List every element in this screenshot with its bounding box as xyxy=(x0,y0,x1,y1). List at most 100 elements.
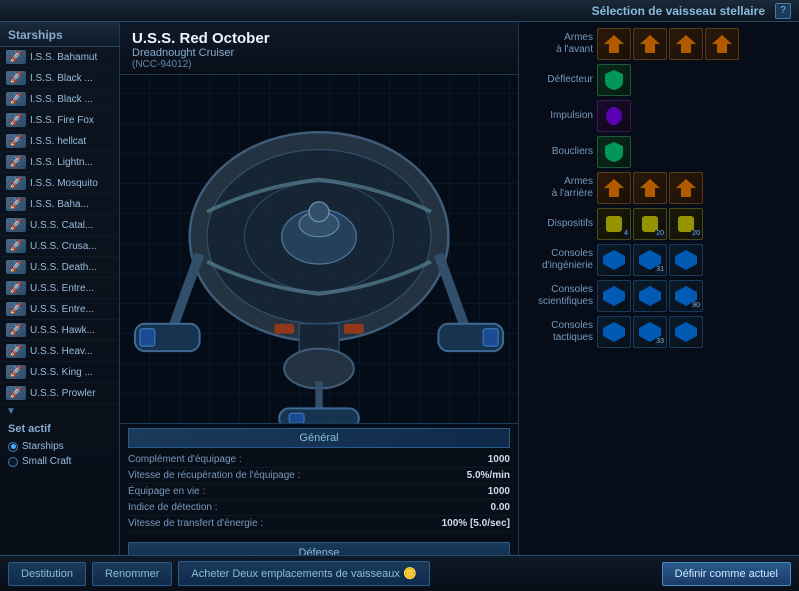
equip-slot-eng-consoles-2[interactable] xyxy=(669,244,703,276)
equip-slot-sci-consoles-2[interactable]: 90 xyxy=(669,280,703,312)
sidebar-item-iss-bahamut[interactable]: 🚀I.S.S. Bahamut xyxy=(0,47,119,68)
equip-section-label: Déflecteur xyxy=(525,74,593,86)
sidebar-item-uss-catal[interactable]: 🚀U.S.S. Catal... xyxy=(0,215,119,236)
equip-slot-fore-weapons-3[interactable] xyxy=(705,28,739,60)
sidebar-item-uss-entre1[interactable]: 🚀U.S.S. Entre... xyxy=(0,278,119,299)
stat-label: Vitesse de transfert d'énergie : xyxy=(128,518,263,529)
center-panel: U.S.S. Red October Dreadnought Cruiser (… xyxy=(120,22,519,555)
equip-slots-shields xyxy=(597,136,793,168)
sidebar-items-list: 🚀I.S.S. Bahamut🚀I.S.S. Black ...🚀I.S.S. … xyxy=(0,47,119,404)
set-active-button[interactable]: Définir comme actuel xyxy=(662,562,791,586)
equip-slot-fore-weapons-0[interactable] xyxy=(597,28,631,60)
window-title: Sélection de vaisseau stellaire xyxy=(8,4,775,18)
equip-slot-aft-weapons-0[interactable] xyxy=(597,172,631,204)
ship-model xyxy=(120,75,518,423)
sidebar-item-label: U.S.S. Heav... xyxy=(30,346,93,357)
equip-slots-tac-consoles: 33 xyxy=(597,316,793,348)
slot-icon xyxy=(600,139,628,165)
ship-list-icon: 🚀 xyxy=(6,281,26,295)
sidebar-item-iss-firefox[interactable]: 🚀I.S.S. Fire Fox xyxy=(0,110,119,131)
sidebar-item-label: U.S.S. Hawk... xyxy=(30,325,95,336)
equip-slot-tac-consoles-1[interactable]: 33 xyxy=(633,316,667,348)
sidebar-item-iss-black2[interactable]: 🚀I.S.S. Black ... xyxy=(0,89,119,110)
stat-row: Complément d'équipage :1000 xyxy=(128,452,510,468)
sidebar-item-iss-lightn[interactable]: 🚀I.S.S. Lightn... xyxy=(0,152,119,173)
sidebar-item-uss-entre2[interactable]: 🚀U.S.S. Entre... xyxy=(0,299,119,320)
tab-defense-button[interactable]: Défense xyxy=(128,542,510,555)
slot-icon xyxy=(672,175,700,201)
equip-section-label: Dispositifs xyxy=(525,218,593,230)
equip-row-tac-consoles: Consoles tactiques33 xyxy=(525,316,793,348)
buy-slots-button[interactable]: Acheter Deux emplacements de vaisseaux 🪙 xyxy=(178,561,429,586)
equip-slot-sci-consoles-1[interactable] xyxy=(633,280,667,312)
sidebar-item-iss-black1[interactable]: 🚀 I.S.S. Black ... xyxy=(0,68,119,89)
equip-slot-tac-consoles-0[interactable] xyxy=(597,316,631,348)
slot-icon xyxy=(636,283,664,309)
equip-slot-aft-weapons-2[interactable] xyxy=(669,172,703,204)
ship-list-icon: 🚀 xyxy=(6,197,26,211)
sidebar-item-uss-crusa[interactable]: 🚀U.S.S. Crusa... xyxy=(0,236,119,257)
equip-slot-aft-weapons-1[interactable] xyxy=(633,172,667,204)
ship-list-icon: 🚀 xyxy=(6,71,26,85)
ship-registry: (NCC-94012) xyxy=(132,59,506,70)
stat-label: Vitesse de récupération de l'équipage : xyxy=(128,470,300,481)
set-item-small-craft[interactable]: Small Craft xyxy=(0,454,119,469)
equip-slot-shields-0[interactable] xyxy=(597,136,631,168)
destitution-button[interactable]: Destitution xyxy=(8,562,86,586)
ship-list-icon: 🚀 xyxy=(6,386,26,400)
radio-button[interactable] xyxy=(8,457,18,467)
sidebar-item-uss-death[interactable]: 🚀U.S.S. Death... xyxy=(0,257,119,278)
sidebar-header: Starships xyxy=(0,22,119,47)
right-panel: Armes à l'avant Déflecteur Impulsion Boucli… xyxy=(519,22,799,555)
equip-slot-tac-consoles-2[interactable] xyxy=(669,316,703,348)
equip-slot-deflector-0[interactable] xyxy=(597,64,631,96)
equip-section-label: Impulsion xyxy=(525,110,593,122)
help-button[interactable]: ? xyxy=(775,3,791,19)
set-item-starships[interactable]: Starships xyxy=(0,439,119,454)
equip-section-label: Armes à l'arrière xyxy=(525,176,593,200)
sidebar-item-uss-hawk[interactable]: 🚀U.S.S. Hawk... xyxy=(0,320,119,341)
sidebar-item-uss-heav[interactable]: 🚀 U.S.S. Heav... xyxy=(0,341,119,362)
equip-slot-eng-consoles-0[interactable] xyxy=(597,244,631,276)
equip-slot-fore-weapons-1[interactable] xyxy=(633,28,667,60)
sidebar-item-iss-baha2[interactable]: 🚀I.S.S. Baha... xyxy=(0,194,119,215)
stat-label: Indice de détection : xyxy=(128,502,218,513)
slot-icon xyxy=(672,247,700,273)
equip-row-impulse: Impulsion xyxy=(525,100,793,132)
radio-button[interactable] xyxy=(8,442,18,452)
sidebar-item-label: I.S.S. Black ... xyxy=(30,73,93,84)
equip-slot-devices-0[interactable]: 4 xyxy=(597,208,631,240)
slot-icon xyxy=(708,31,736,57)
equip-slot-devices-1[interactable]: 20 xyxy=(633,208,667,240)
equip-slot-eng-consoles-1[interactable]: 31 xyxy=(633,244,667,276)
coin-icon: 🪙 xyxy=(403,568,417,580)
slot-badge: 4 xyxy=(623,230,629,238)
stat-rows: Complément d'équipage :1000 Vitesse de ré… xyxy=(128,452,510,532)
equip-slot-devices-2[interactable]: 20 xyxy=(669,208,703,240)
sidebar-item-iss-hellcat[interactable]: 🚀I.S.S. hellcat xyxy=(0,131,119,152)
equip-row-shields: Boucliers xyxy=(525,136,793,168)
equip-section-label: Armes à l'avant xyxy=(525,32,593,56)
slot-badge: 33 xyxy=(655,338,665,346)
sidebar-item-label: I.S.S. Mosquito xyxy=(30,178,98,189)
stat-row: Indice de détection : 0.00 xyxy=(128,500,510,516)
equip-slot-sci-consoles-0[interactable] xyxy=(597,280,631,312)
stat-value: 1000 xyxy=(488,486,510,497)
ship-list-icon: 🚀 xyxy=(6,344,26,358)
equip-slots-aft-weapons xyxy=(597,172,793,204)
equip-slot-fore-weapons-2[interactable] xyxy=(669,28,703,60)
equip-row-aft-weapons: Armes à l'arrière xyxy=(525,172,793,204)
sidebar-item-uss-king[interactable]: 🚀U.S.S. King ... xyxy=(0,362,119,383)
slot-icon xyxy=(600,31,628,57)
equip-slots-sci-consoles: 90 xyxy=(597,280,793,312)
sidebar-item-label: I.S.S. Fire Fox xyxy=(30,115,94,126)
stat-value: 0.00 xyxy=(491,502,510,513)
equip-section-label: Boucliers xyxy=(525,146,593,158)
sidebar-item-iss-mosquito[interactable]: 🚀I.S.S. Mosquito xyxy=(0,173,119,194)
sidebar-item-label: I.S.S. hellcat xyxy=(30,136,86,147)
sidebar-item-uss-prowler[interactable]: 🚀U.S.S. Prowler xyxy=(0,383,119,404)
equip-slot-impulse-0[interactable] xyxy=(597,100,631,132)
rename-button[interactable]: Renommer xyxy=(92,562,172,586)
sidebar-item-label: I.S.S. Bahamut xyxy=(30,52,97,63)
sidebar-item-label: U.S.S. Crusa... xyxy=(30,241,97,252)
